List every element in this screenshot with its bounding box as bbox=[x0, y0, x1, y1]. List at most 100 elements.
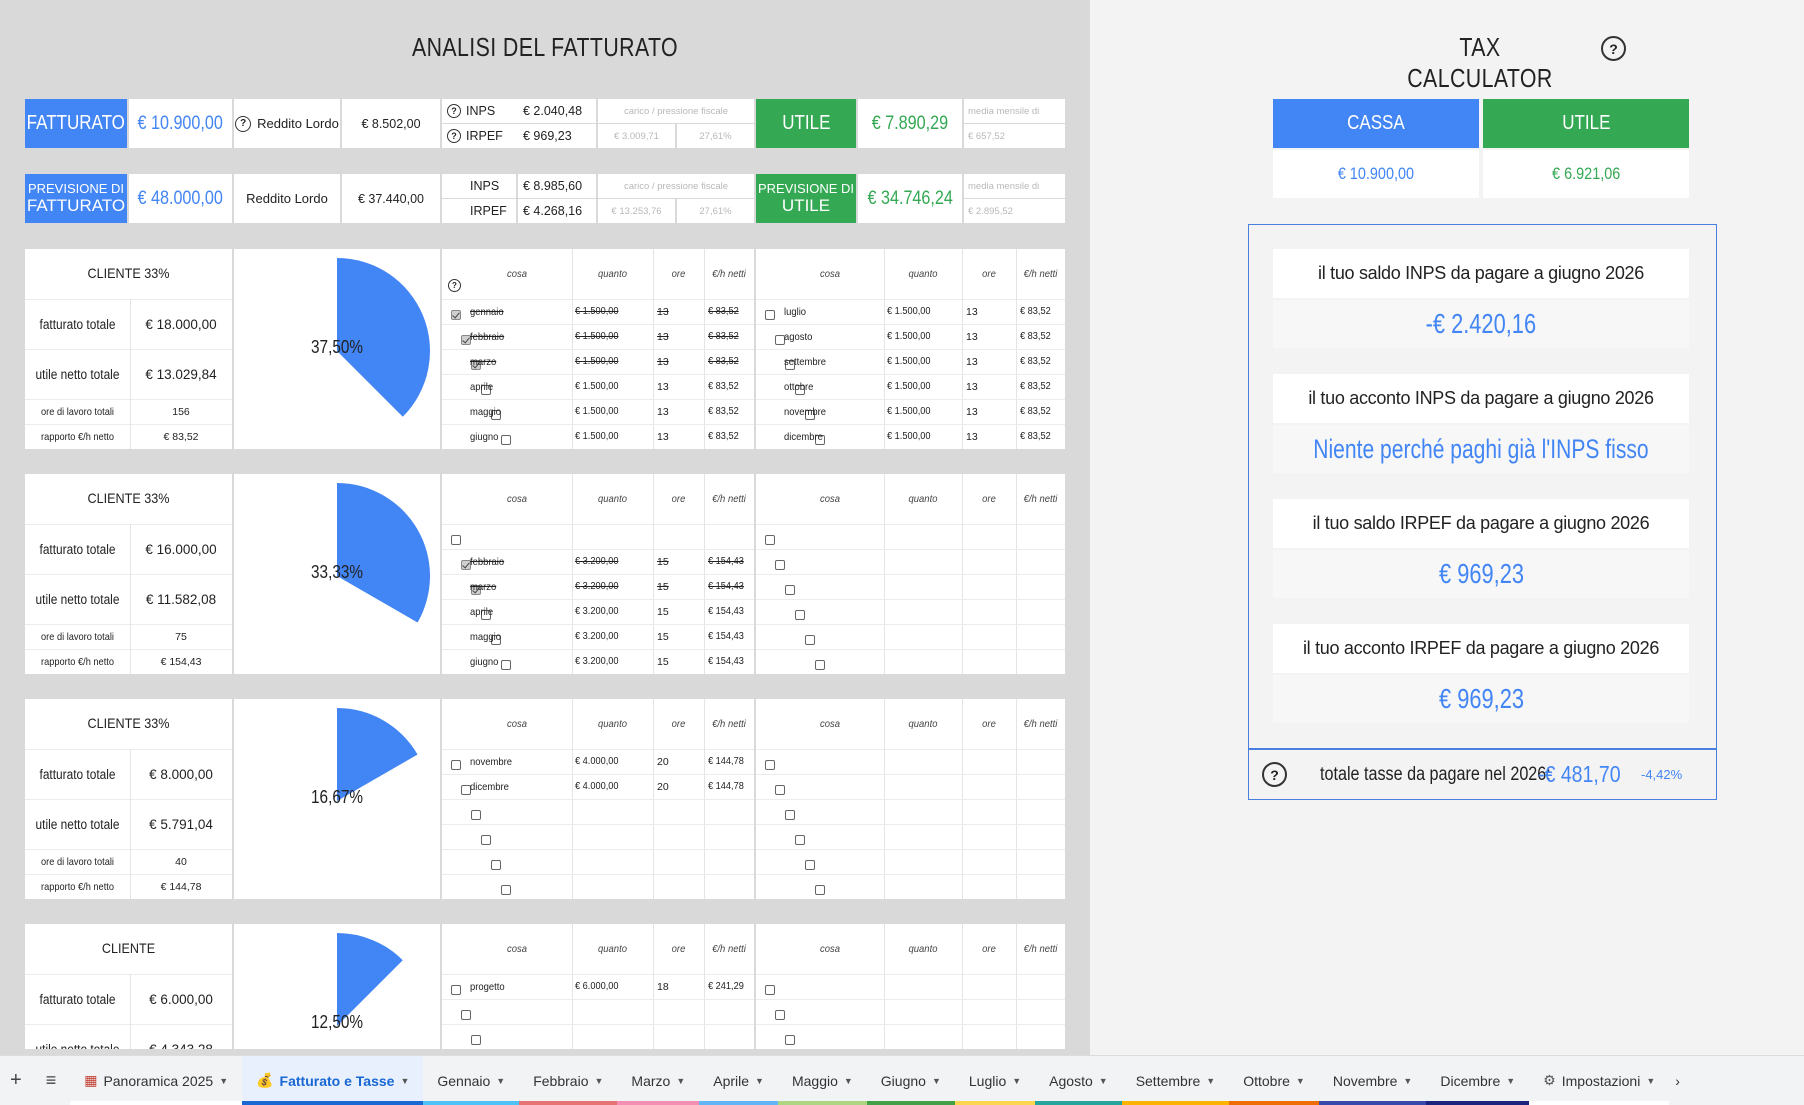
reddito-lordo-label-2[interactable]: Reddito Lordo bbox=[234, 174, 340, 223]
utile-label-right[interactable]: UTILE bbox=[1483, 99, 1689, 148]
invoice-quanto[interactable] bbox=[887, 1024, 956, 1049]
invoice-cosa[interactable] bbox=[784, 549, 874, 574]
column-header-ore[interactable]: ore bbox=[656, 474, 702, 524]
rapporto-eh-value[interactable]: € 154,43 bbox=[130, 649, 232, 674]
chevron-down-icon[interactable]: ▼ bbox=[676, 1076, 685, 1086]
invoice-cosa[interactable]: febbraio bbox=[470, 549, 562, 574]
done-checkbox[interactable] bbox=[451, 310, 461, 320]
irpef-value-2[interactable]: € 4.268,16 bbox=[518, 199, 596, 223]
invoice-eh[interactable]: € 83,52 bbox=[708, 399, 750, 424]
invoice-cosa[interactable] bbox=[784, 524, 874, 549]
fatturato-totale-label[interactable]: fatturato totale bbox=[31, 749, 123, 799]
invoice-quanto[interactable] bbox=[575, 874, 647, 899]
invoice-eh[interactable]: € 154,43 bbox=[708, 649, 750, 674]
invoice-ore[interactable] bbox=[657, 874, 704, 899]
sheet-tab-10[interactable]: Settembre ▼ bbox=[1121, 1056, 1230, 1105]
previsione-fatturato-value[interactable]: € 48.000,00 bbox=[129, 174, 232, 223]
column-header-ore[interactable]: ore bbox=[965, 699, 1014, 749]
column-header-ore[interactable]: ore bbox=[965, 249, 1014, 299]
chevron-down-icon[interactable]: ▼ bbox=[1012, 1076, 1021, 1086]
invoice-cosa[interactable]: febbraio bbox=[470, 324, 562, 349]
invoice-quanto[interactable]: € 4.000,00 bbox=[575, 774, 647, 799]
invoice-cosa[interactable] bbox=[470, 999, 562, 1024]
invoice-eh[interactable]: € 83,52 bbox=[1020, 399, 1061, 424]
invoice-eh[interactable] bbox=[1020, 749, 1061, 774]
invoice-ore[interactable] bbox=[966, 549, 1016, 574]
invoice-quanto[interactable]: € 1.500,00 bbox=[575, 349, 647, 374]
invoice-cosa[interactable]: dicembre bbox=[784, 424, 874, 449]
invoice-eh[interactable]: € 83,52 bbox=[1020, 424, 1061, 449]
column-header-cosa[interactable]: cosa bbox=[468, 474, 567, 524]
sheet-tab-9[interactable]: Agosto ▼ bbox=[1035, 1056, 1122, 1105]
invoice-eh[interactable] bbox=[1020, 524, 1061, 549]
invoice-ore[interactable] bbox=[966, 774, 1016, 799]
fatturato-totale-value[interactable]: € 8.000,00 bbox=[130, 749, 232, 799]
invoice-eh[interactable]: € 83,52 bbox=[708, 299, 750, 324]
invoice-ore[interactable] bbox=[966, 624, 1016, 649]
invoice-cosa[interactable]: luglio bbox=[784, 299, 874, 324]
invoice-quanto[interactable] bbox=[887, 599, 956, 624]
column-header-quanto[interactable]: quanto bbox=[888, 474, 958, 524]
sheet-tab-2[interactable]: Gennaio ▼ bbox=[423, 1056, 520, 1105]
invoice-cosa[interactable] bbox=[784, 624, 874, 649]
invoice-quanto[interactable]: € 1.500,00 bbox=[575, 399, 647, 424]
help-circle-icon[interactable]: ? bbox=[1262, 762, 1287, 787]
column-header-ore[interactable]: ore bbox=[656, 699, 702, 749]
invoice-quanto[interactable] bbox=[575, 824, 647, 849]
invoice-cosa[interactable] bbox=[784, 1024, 874, 1049]
invoice-cosa[interactable]: novembre bbox=[784, 399, 874, 424]
invoice-eh[interactable] bbox=[1020, 1024, 1061, 1049]
column-header-quanto[interactable]: quanto bbox=[576, 249, 649, 299]
invoice-quanto[interactable] bbox=[575, 849, 647, 874]
carico-label[interactable]: carico / pressione fiscale bbox=[598, 99, 754, 123]
invoice-eh[interactable]: € 144,78 bbox=[708, 749, 750, 774]
utile-netto-totale-value[interactable]: € 4.343,28 bbox=[130, 1024, 232, 1050]
invoice-quanto[interactable]: € 1.500,00 bbox=[575, 424, 647, 449]
client-name[interactable]: CLIENTE 33% bbox=[35, 265, 221, 281]
invoice-eh[interactable] bbox=[1020, 599, 1061, 624]
chevron-down-icon[interactable]: ▼ bbox=[496, 1076, 505, 1086]
invoice-ore[interactable] bbox=[966, 524, 1016, 549]
invoice-quanto[interactable] bbox=[575, 999, 647, 1024]
column-header-eh[interactable]: €/h netti bbox=[1018, 474, 1062, 524]
invoice-ore[interactable]: 13 bbox=[657, 299, 704, 324]
ore-lavoro-totali-label[interactable]: ore di lavoro totali bbox=[31, 624, 123, 649]
invoice-ore[interactable] bbox=[966, 599, 1016, 624]
invoice-cosa[interactable] bbox=[784, 599, 874, 624]
invoice-eh[interactable] bbox=[1020, 574, 1061, 599]
invoice-eh[interactable] bbox=[708, 524, 750, 549]
invoice-quanto[interactable]: € 3.200,00 bbox=[575, 574, 647, 599]
invoice-eh[interactable] bbox=[1020, 624, 1061, 649]
invoice-cosa[interactable] bbox=[784, 974, 874, 999]
invoice-eh[interactable] bbox=[708, 874, 750, 899]
invoice-eh[interactable]: € 144,78 bbox=[708, 774, 750, 799]
invoice-cosa[interactable]: maggio bbox=[470, 399, 562, 424]
column-header-quanto[interactable]: quanto bbox=[576, 699, 649, 749]
sheet-tab-5[interactable]: Aprile ▼ bbox=[699, 1056, 778, 1105]
client-name[interactable]: CLIENTE 33% bbox=[35, 715, 221, 731]
invoice-quanto[interactable]: € 1.500,00 bbox=[887, 374, 956, 399]
invoice-cosa[interactable]: dicembre bbox=[470, 774, 562, 799]
utile-netto-totale-value[interactable]: € 13.029,84 bbox=[130, 349, 232, 399]
invoice-quanto[interactable] bbox=[887, 774, 956, 799]
rapporto-eh-label[interactable]: rapporto €/h netto bbox=[31, 874, 123, 899]
invoice-eh[interactable] bbox=[1020, 874, 1061, 899]
invoice-ore[interactable]: 15 bbox=[657, 599, 704, 624]
invoice-cosa[interactable]: giugno bbox=[470, 424, 562, 449]
help-circle-icon[interactable]: ? bbox=[448, 279, 461, 292]
reddito-lordo-value[interactable]: € 8.502,00 bbox=[342, 99, 440, 148]
invoice-quanto[interactable]: € 1.500,00 bbox=[887, 299, 956, 324]
invoice-cosa[interactable] bbox=[784, 799, 874, 824]
column-header-ore[interactable]: ore bbox=[656, 924, 702, 974]
utile-value[interactable]: € 7.890,29 bbox=[858, 99, 962, 148]
scroll-tabs-button[interactable]: › bbox=[1669, 1056, 1686, 1105]
sheet-tab-8[interactable]: Luglio ▼ bbox=[954, 1056, 1036, 1105]
invoice-quanto[interactable]: € 1.500,00 bbox=[887, 399, 956, 424]
invoice-cosa[interactable] bbox=[784, 749, 874, 774]
invoice-quanto[interactable] bbox=[887, 849, 956, 874]
invoice-quanto[interactable] bbox=[887, 824, 956, 849]
invoice-eh[interactable]: € 83,52 bbox=[708, 324, 750, 349]
invoice-ore[interactable]: 13 bbox=[657, 349, 704, 374]
invoice-ore[interactable]: 13 bbox=[657, 374, 704, 399]
fatturato-totale-value[interactable]: € 16.000,00 bbox=[130, 524, 232, 574]
